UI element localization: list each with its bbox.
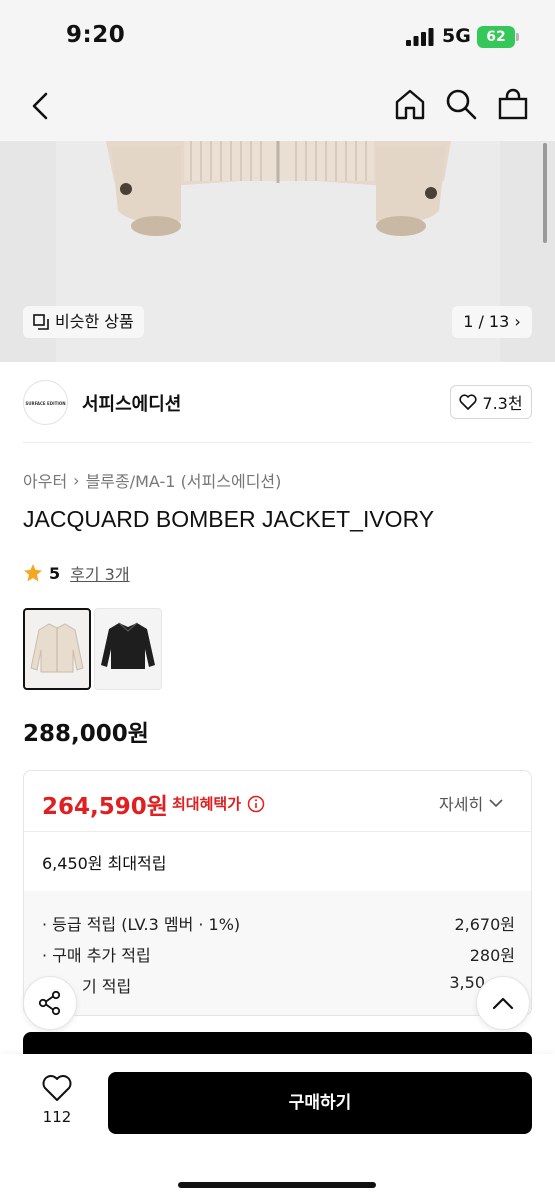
home-indicator (178, 1182, 376, 1188)
max-benefit-label: 최대혜택가 (172, 795, 242, 813)
points-row-value: 2,670원 (454, 915, 515, 934)
buy-button[interactable]: 구매하기 (108, 1072, 532, 1134)
scroll-top-button[interactable] (476, 976, 530, 1030)
points-row-label: · 구매 추가 적립 (42, 946, 151, 965)
brand-logo[interactable]: SURFACE EDITION (23, 380, 68, 425)
image-counter[interactable]: 1 / 13 › (452, 306, 532, 338)
share-icon (38, 990, 61, 1016)
similar-products-button[interactable]: 비슷한 상품 (23, 306, 144, 338)
chevron-right-icon: › (73, 470, 80, 490)
scrollbar[interactable] (543, 143, 547, 243)
battery-icon: 62 (477, 26, 519, 48)
max-points-text: 6,450원 최대적립 (42, 854, 167, 873)
product-title: JACQUARD BOMBER JACKET_IVORY (23, 506, 435, 532)
max-benefit-label-group: 최대혜택가 (172, 793, 265, 814)
share-button[interactable] (23, 976, 77, 1030)
brand-name[interactable]: 서피스에디션 (82, 390, 181, 416)
divider (24, 831, 531, 832)
nav-bar (0, 75, 555, 141)
image-counter-text: 1 / 13 (463, 312, 510, 331)
product-price: 288,000원 (23, 721, 149, 747)
detail-toggle[interactable]: 자세히 (439, 791, 503, 815)
breadcrumb-category[interactable]: 아우터 (23, 468, 67, 492)
network-label: 5G (442, 25, 471, 47)
brand-logo-text: SURFACE EDITION (25, 401, 66, 406)
chevron-right-icon: › (514, 312, 521, 331)
search-icon[interactable] (444, 87, 478, 121)
points-row-label: · 등급 적립 (LV.3 멤버 · 1%) (42, 915, 241, 934)
color-swatch-ivory[interactable] (23, 608, 91, 690)
chevron-up-icon (492, 997, 514, 1010)
points-row: · 등급 적립 (LV.3 멤버 · 1%) 2,670원 (42, 911, 515, 935)
favorite-button[interactable]: 112 (36, 1074, 78, 1126)
rating-score: 5 (49, 563, 61, 583)
status-time: 9:20 (66, 22, 126, 48)
max-benefit-price: 264,590원 (42, 794, 168, 820)
chevron-down-icon (489, 799, 503, 808)
color-swatch-black[interactable] (94, 608, 162, 690)
shopping-bag-icon[interactable] (496, 87, 530, 121)
heart-icon (42, 1075, 72, 1101)
points-row-value: 280원 (469, 946, 515, 965)
rating-row: 5 후기 3개 (23, 561, 130, 585)
signal-icon (406, 28, 434, 46)
info-icon[interactable] (247, 795, 265, 813)
similar-icon (33, 314, 49, 330)
breadcrumb: 아우터 › 블루종/MA-1 (서피스에디션) (23, 468, 281, 492)
favorite-count: 112 (42, 1108, 72, 1126)
similar-products-label: 비슷한 상품 (55, 312, 134, 331)
star-icon (24, 564, 42, 582)
home-icon[interactable] (393, 87, 427, 121)
brand-like-button[interactable]: 7.3천 (450, 385, 532, 419)
divider (23, 442, 532, 443)
status-bar: 9:20 5G 62 (0, 0, 555, 75)
points-row: 기 적립 3,50 (42, 973, 515, 997)
brand-like-count: 7.3천 (482, 394, 523, 413)
reviews-link[interactable]: 후기 3개 (70, 561, 129, 585)
points-breakdown: · 등급 적립 (LV.3 멤버 · 1%) 2,670원 · 구매 추가 적립… (24, 891, 531, 1015)
heart-icon (459, 394, 477, 410)
benefit-card: 264,590원 최대혜택가 자세히 6,450원 최대적립 · 등급 적립 (… (23, 770, 532, 1016)
detail-label: 자세히 (439, 795, 484, 814)
breadcrumb-subcategory[interactable]: 블루종/MA-1 (서피스에디션) (86, 468, 282, 492)
bottom-bar: 112 구매하기 (0, 1054, 555, 1200)
points-row: · 구매 추가 적립 280원 (42, 942, 515, 966)
back-arrow-icon[interactable] (26, 89, 56, 123)
hidden-cta-bar (23, 1032, 532, 1054)
